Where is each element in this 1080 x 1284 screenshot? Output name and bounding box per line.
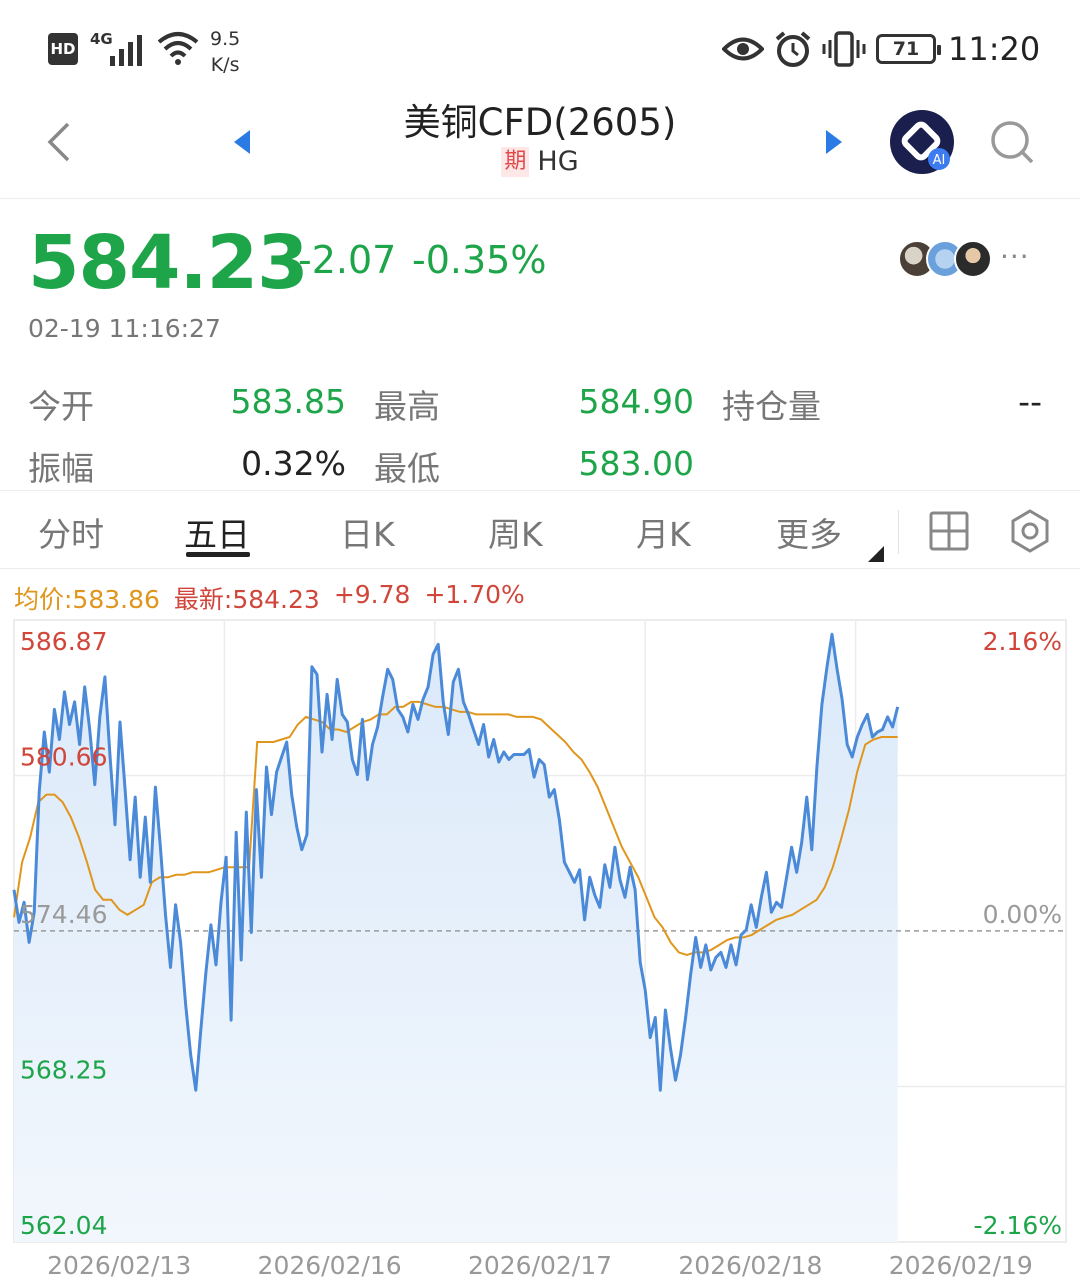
hd-badge: HD xyxy=(48,33,78,65)
y-percent-label: 0.00% xyxy=(983,900,1062,929)
x-tick-label: 2026/02/19 xyxy=(889,1251,1033,1280)
back-icon[interactable] xyxy=(40,118,80,166)
vibrate-icon xyxy=(822,31,866,67)
tab-monthly-k[interactable]: 月K xyxy=(636,508,691,556)
high-value: 584.90 xyxy=(578,382,694,421)
legend-change: +9.78 xyxy=(333,580,411,609)
prev-arrow-icon[interactable] xyxy=(228,128,256,156)
signal-bars-icon xyxy=(110,35,142,66)
instrument-code: 期 HG xyxy=(300,146,780,177)
tab-separator xyxy=(898,510,899,554)
eye-icon xyxy=(722,37,764,61)
x-tick-label: 2026/02/17 xyxy=(468,1251,612,1280)
tab-five-day[interactable]: 五日 xyxy=(184,508,250,556)
more-options-icon[interactable]: ··· xyxy=(1000,240,1030,273)
futures-badge: 期 xyxy=(501,146,530,177)
y-percent-label: 2.16% xyxy=(983,627,1062,656)
price-area-fill xyxy=(14,634,898,1242)
grid-layout-icon[interactable] xyxy=(928,510,970,552)
y-tick-label: 580.66 xyxy=(20,743,107,772)
price-change: -2.07 xyxy=(298,238,397,282)
y-tick-label: 562.04 xyxy=(20,1211,107,1240)
page-title: 美铜CFD(2605) xyxy=(403,101,677,144)
open-value: 583.85 xyxy=(230,382,346,421)
y-tick-label: 568.25 xyxy=(20,1056,107,1085)
tab-weekly-k[interactable]: 周K xyxy=(488,508,543,556)
high-label: 最高 xyxy=(374,387,440,426)
open-interest-label: 持仓量 xyxy=(722,387,821,426)
ai-assistant-icon[interactable]: AI xyxy=(890,110,954,174)
legend-change-percent: +1.70% xyxy=(424,580,525,609)
status-time: 11:20 xyxy=(948,30,1041,68)
network-speed: 9.5 K/s xyxy=(210,28,241,76)
legend-average-price: 均价:583.86 xyxy=(14,585,160,614)
tab-more[interactable]: 更多 xyxy=(776,508,842,556)
status-bar: HD 4G 9.5 K/s 71 11:20 xyxy=(0,0,1080,96)
search-icon[interactable] xyxy=(986,116,1038,168)
instrument-symbol: HG xyxy=(537,146,579,177)
low-label: 最低 xyxy=(374,449,440,488)
alarm-icon xyxy=(775,31,811,67)
last-price: 584.23 xyxy=(28,220,309,306)
y-percent-label: -2.16% xyxy=(974,1211,1062,1240)
ai-logo-icon: AI xyxy=(901,121,950,170)
ai-label: AI xyxy=(933,153,946,168)
dropdown-corner-icon xyxy=(868,546,884,562)
five-day-price-chart[interactable]: 586.87 580.66 574.46 568.25 562.04 2.16% 0.00%… xyxy=(0,614,1080,1284)
x-tick-label: 2026/02/16 xyxy=(258,1251,402,1280)
legend-last-price: 最新:584.23 xyxy=(173,585,320,614)
x-tick-label: 2026/02/18 xyxy=(678,1251,822,1280)
community-avatars[interactable] xyxy=(898,240,994,280)
open-interest-value: -- xyxy=(1018,382,1042,421)
quote-timestamp: 02-19 11:16:27 xyxy=(28,314,221,343)
amplitude-value: 0.32% xyxy=(241,444,346,483)
avatar xyxy=(954,240,992,278)
chart-legend: 均价:583.86 最新:584.23 +9.78 +1.70% xyxy=(14,580,525,616)
active-tab-indicator xyxy=(186,552,250,557)
header-divider xyxy=(0,198,1080,199)
y-tick-label: 574.46 xyxy=(20,900,107,929)
settings-gear-icon[interactable] xyxy=(1008,508,1052,554)
tab-intraday[interactable]: 分时 xyxy=(38,508,104,556)
next-arrow-icon[interactable] xyxy=(820,128,848,156)
x-tick-label: 2026/02/13 xyxy=(47,1251,191,1280)
tabs-divider xyxy=(0,568,1080,569)
low-value: 583.00 xyxy=(578,444,694,483)
amplitude-label: 振幅 xyxy=(28,449,94,488)
tab-daily-k[interactable]: 日K xyxy=(340,508,395,556)
y-tick-label: 586.87 xyxy=(20,627,107,656)
open-label: 今开 xyxy=(28,387,94,426)
price-change-percent: -0.35% xyxy=(412,238,547,282)
battery-icon: 71 xyxy=(876,34,941,64)
wifi-icon xyxy=(157,32,199,65)
section-divider xyxy=(0,490,1080,491)
